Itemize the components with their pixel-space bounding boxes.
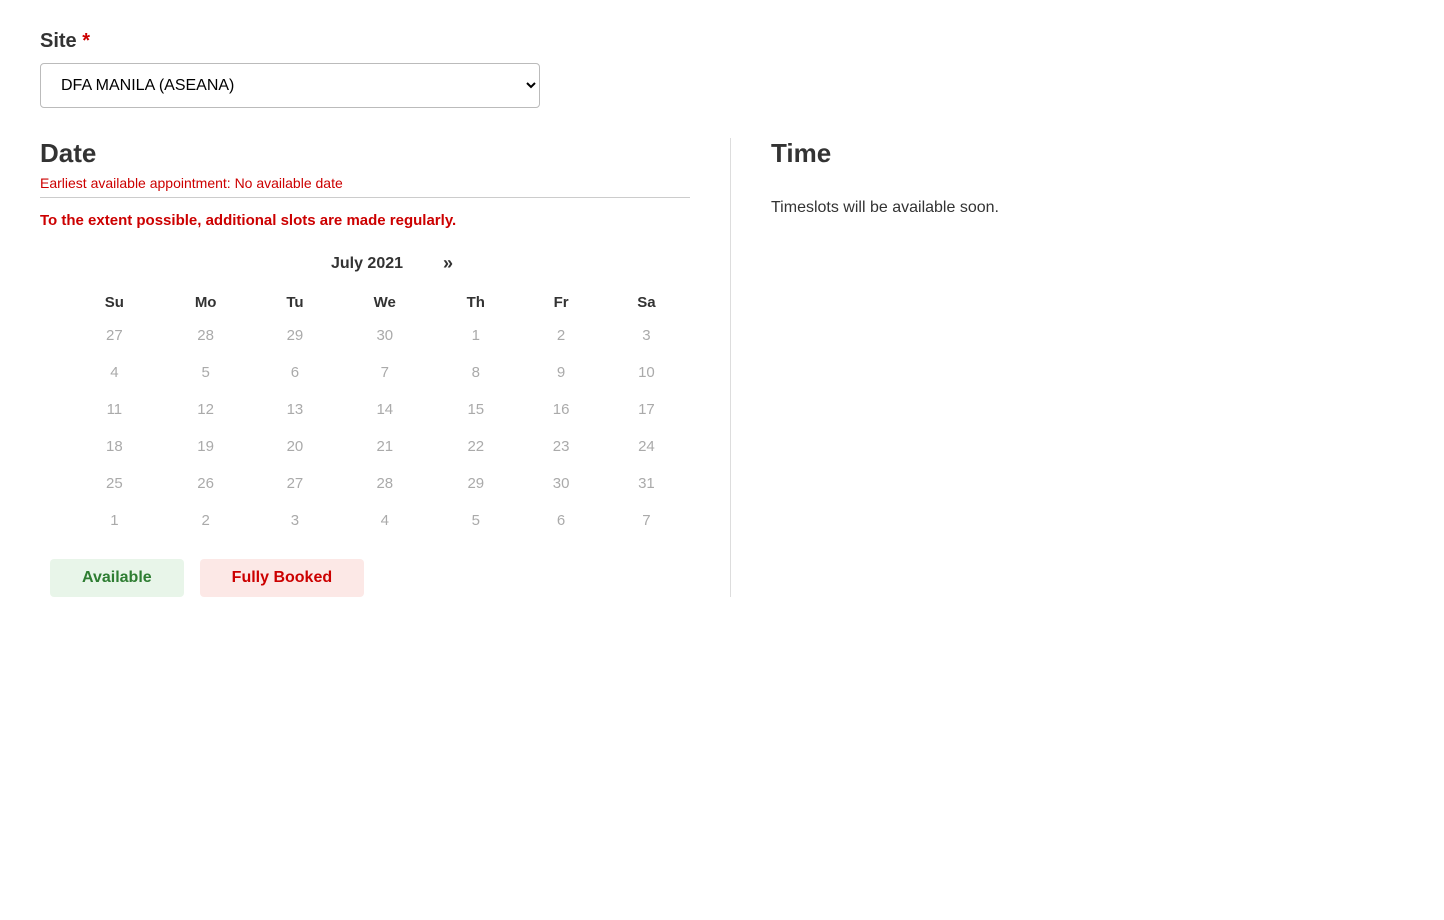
weekday-we: We (337, 288, 432, 317)
calendar-day: 5 (432, 502, 519, 539)
site-required-indicator: * (82, 30, 90, 52)
calendar-day: 17 (603, 391, 690, 428)
weekday-mo: Mo (159, 288, 253, 317)
calendar-day: 9 (519, 354, 603, 391)
legend-available: Available (50, 559, 184, 597)
weekday-sa: Sa (603, 288, 690, 317)
calendar-day: 4 (337, 502, 432, 539)
calendar-day: 25 (70, 465, 159, 502)
calendar-day: 31 (603, 465, 690, 502)
calendar-next-button[interactable]: » (443, 253, 453, 274)
calendar-day: 3 (603, 317, 690, 354)
calendar-day: 23 (519, 428, 603, 465)
calendar-week-row: 11121314151617 (70, 391, 690, 428)
weekday-su: Su (70, 288, 159, 317)
calendar-week-row: 1234567 (70, 502, 690, 539)
calendar-day: 16 (519, 391, 603, 428)
calendar-header: July 2021 » (70, 253, 690, 274)
site-section: Site * DFA MANILA (ASEANA) (40, 30, 1404, 108)
timeslots-message: Timeslots will be available soon. (771, 199, 1404, 217)
calendar-week-row: 18192021222324 (70, 428, 690, 465)
calendar: July 2021 » Su Mo Tu We Th Fr Sa (70, 253, 690, 539)
earliest-value: No available date (235, 175, 343, 191)
weekday-tu: Tu (253, 288, 338, 317)
main-content: Date Earliest available appointment: No … (40, 138, 1404, 597)
site-label: Site * (40, 30, 1404, 53)
calendar-week-row: 25262728293031 (70, 465, 690, 502)
calendar-day: 15 (432, 391, 519, 428)
calendar-day: 27 (253, 465, 338, 502)
weekday-fr: Fr (519, 288, 603, 317)
calendar-day: 5 (159, 354, 253, 391)
calendar-day: 6 (519, 502, 603, 539)
calendar-day: 27 (70, 317, 159, 354)
calendar-week-row: 27282930123 (70, 317, 690, 354)
calendar-day: 30 (519, 465, 603, 502)
calendar-day: 22 (432, 428, 519, 465)
calendar-day: 6 (253, 354, 338, 391)
calendar-day: 29 (253, 317, 338, 354)
calendar-day: 21 (337, 428, 432, 465)
date-section: Date Earliest available appointment: No … (40, 138, 690, 597)
calendar-day: 7 (603, 502, 690, 539)
calendar-day: 2 (159, 502, 253, 539)
calendar-day: 1 (70, 502, 159, 539)
calendar-day: 3 (253, 502, 338, 539)
calendar-day: 19 (159, 428, 253, 465)
calendar-day: 13 (253, 391, 338, 428)
earliest-label: Earliest available appointment: (40, 175, 231, 191)
calendar-day: 10 (603, 354, 690, 391)
calendar-table: Su Mo Tu We Th Fr Sa 2728293012345678910… (70, 288, 690, 539)
weekday-th: Th (432, 288, 519, 317)
calendar-day: 12 (159, 391, 253, 428)
legend-fully-booked: Fully Booked (200, 559, 364, 597)
calendar-day: 18 (70, 428, 159, 465)
calendar-week-row: 45678910 (70, 354, 690, 391)
earliest-appointment-notice: Earliest available appointment: No avail… (40, 175, 690, 191)
calendar-day: 24 (603, 428, 690, 465)
calendar-day: 14 (337, 391, 432, 428)
calendar-month-title: July 2021 (307, 255, 427, 273)
calendar-day: 1 (432, 317, 519, 354)
calendar-day: 30 (337, 317, 432, 354)
calendar-day: 4 (70, 354, 159, 391)
calendar-weekdays-row: Su Mo Tu We Th Fr Sa (70, 288, 690, 317)
additional-slots-message: To the extent possible, additional slots… (40, 212, 690, 229)
calendar-day: 26 (159, 465, 253, 502)
calendar-day: 11 (70, 391, 159, 428)
calendar-day: 2 (519, 317, 603, 354)
calendar-day: 28 (159, 317, 253, 354)
date-section-title: Date (40, 138, 690, 169)
calendar-day: 20 (253, 428, 338, 465)
time-section-title: Time (771, 138, 1404, 169)
calendar-legend: Available Fully Booked (50, 559, 690, 597)
date-divider (40, 197, 690, 198)
time-section: Time Timeslots will be available soon. (730, 138, 1404, 597)
calendar-day: 7 (337, 354, 432, 391)
site-dropdown[interactable]: DFA MANILA (ASEANA) (40, 63, 540, 108)
calendar-day: 29 (432, 465, 519, 502)
site-label-text: Site (40, 30, 77, 52)
calendar-body: 2728293012345678910111213141516171819202… (70, 317, 690, 539)
calendar-day: 8 (432, 354, 519, 391)
calendar-day: 28 (337, 465, 432, 502)
